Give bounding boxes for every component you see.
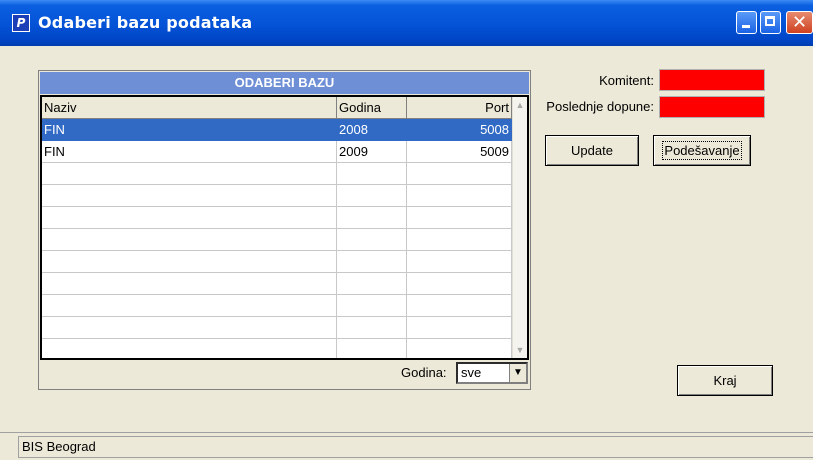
title-bar[interactable]: P Odaberi bazu podataka ✕ <box>0 0 813 46</box>
kraj-button[interactable]: Kraj <box>677 365 773 396</box>
cell-naziv <box>42 295 337 317</box>
cell-port: 5008 <box>407 119 512 141</box>
cell-godina <box>337 295 407 317</box>
chevron-down-icon[interactable]: ▼ <box>509 364 526 382</box>
maximize-button[interactable] <box>760 11 781 34</box>
cell-godina <box>337 229 407 251</box>
cell-naziv <box>42 251 337 273</box>
empty-row[interactable] <box>42 251 512 273</box>
cell-port <box>407 295 512 317</box>
empty-row[interactable] <box>42 185 512 207</box>
cell-naziv <box>42 185 337 207</box>
cell-godina <box>337 339 407 358</box>
column-header-godina[interactable]: Godina <box>337 97 407 119</box>
cell-naziv: FIN <box>42 141 337 163</box>
database-grid[interactable]: Naziv Godina Port FIN 2008 5008 FIN 2009 5009… <box>40 95 529 360</box>
column-header-naziv[interactable]: Naziv <box>42 97 337 119</box>
cell-port <box>407 317 512 339</box>
status-text: BIS Beograd <box>18 436 813 458</box>
cell-godina <box>337 207 407 229</box>
empty-row[interactable] <box>42 273 512 295</box>
empty-row[interactable] <box>42 317 512 339</box>
empty-row[interactable] <box>42 229 512 251</box>
godina-filter-label: Godina: <box>401 365 447 380</box>
cell-port <box>407 207 512 229</box>
cell-godina <box>337 317 407 339</box>
vertical-scrollbar[interactable]: ▲ ▼ <box>512 97 527 358</box>
close-button[interactable]: ✕ <box>786 11 813 34</box>
empty-row[interactable] <box>42 295 512 317</box>
godina-filter-value: sve <box>461 365 482 380</box>
cell-naziv <box>42 229 337 251</box>
komitent-label: Komitent: <box>599 73 654 88</box>
cell-port <box>407 163 512 185</box>
podesavanje-button[interactable]: Podešavanje <box>653 135 751 166</box>
komitent-field <box>659 69 765 91</box>
cell-godina <box>337 251 407 273</box>
empty-row[interactable] <box>42 339 512 358</box>
app-icon[interactable]: P <box>12 14 30 32</box>
update-button[interactable]: Update <box>545 135 639 166</box>
cell-naziv <box>42 163 337 185</box>
cell-port <box>407 273 512 295</box>
cell-godina <box>337 273 407 295</box>
table-row[interactable]: FIN 2009 5009 <box>42 141 512 163</box>
panel-title: ODABERI BAZU <box>40 72 529 94</box>
cell-naziv <box>42 339 337 358</box>
cell-port <box>407 339 512 358</box>
poslednje-dopune-label: Poslednje dopune: <box>546 99 654 114</box>
window-title: Odaberi bazu podataka <box>38 13 253 32</box>
poslednje-dopune-field <box>659 96 765 118</box>
maximize-icon <box>761 12 780 33</box>
database-panel: ODABERI BAZU Naziv Godina Port FIN 2008 50… <box>38 70 531 390</box>
cell-naziv <box>42 273 337 295</box>
cell-port <box>407 229 512 251</box>
podesavanje-label: Podešavanje <box>662 141 742 160</box>
scroll-up-icon[interactable]: ▲ <box>513 97 527 113</box>
cell-naziv <box>42 317 337 339</box>
cell-godina <box>337 163 407 185</box>
minimize-button[interactable] <box>736 11 757 34</box>
scroll-down-icon[interactable]: ▼ <box>513 342 527 358</box>
empty-row[interactable] <box>42 207 512 229</box>
cell-port: 5009 <box>407 141 512 163</box>
cell-port <box>407 251 512 273</box>
minimize-icon <box>737 12 756 33</box>
close-icon: ✕ <box>791 12 808 33</box>
cell-port <box>407 185 512 207</box>
cell-naziv <box>42 207 337 229</box>
godina-filter-select[interactable]: sve ▼ <box>456 362 528 384</box>
status-bar: BIS Beograd <box>0 432 813 460</box>
cell-godina: 2008 <box>337 119 407 141</box>
table-row[interactable]: FIN 2008 5008 <box>42 119 512 141</box>
main-window: P Odaberi bazu podataka ✕ ODABERI BAZU N… <box>0 0 813 460</box>
column-header-port[interactable]: Port <box>407 97 512 119</box>
cell-godina <box>337 185 407 207</box>
cell-godina: 2009 <box>337 141 407 163</box>
empty-row[interactable] <box>42 163 512 185</box>
cell-naziv: FIN <box>42 119 337 141</box>
